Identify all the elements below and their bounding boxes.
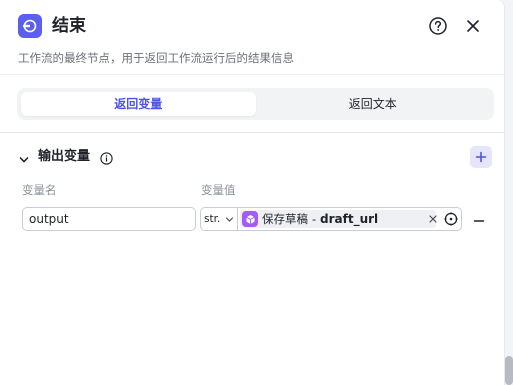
reference-node-name: 保存草稿 [262,212,308,226]
info-icon[interactable] [100,150,113,165]
chevron-down-icon [225,217,234,222]
close-icon[interactable] [464,17,482,35]
output-variables-header: 输出变量 [18,146,492,168]
divider [0,132,504,133]
remove-variable-button[interactable] [473,212,485,224]
return-mode-tabs: 返回变量 返回文本 [17,88,494,120]
plus-icon [475,151,487,163]
variable-type-select[interactable]: str. [200,207,238,231]
column-label-value: 变量值 [201,183,236,197]
variable-name-input[interactable]: output [22,207,196,231]
scrollbar[interactable] [505,356,513,385]
variable-reference-tag[interactable]: 保存草稿 - draft_url [240,210,437,228]
reference-separator: - [312,212,317,226]
reference-variable-name: draft_url [320,212,379,226]
end-node-icon [18,14,42,38]
variable-value-field[interactable]: 保存草稿 - draft_url [237,207,462,231]
chevron-down-icon[interactable] [18,151,30,163]
panel-header: 结束 [18,14,488,40]
node-title[interactable]: 结束 [52,15,86,37]
target-picker-icon[interactable] [444,212,458,226]
tab-return-variable[interactable]: 返回变量 [21,92,256,116]
clear-icon[interactable] [429,215,437,223]
node-description: 工作流的最终节点，用于返回工作流运行后的结果信息 [18,51,294,65]
add-variable-button[interactable] [470,146,492,168]
minus-icon [473,220,485,222]
section-title: 输出变量 [38,149,91,164]
tab-return-text[interactable]: 返回文本 [256,92,491,116]
variable-type-label: str. [204,213,221,225]
end-node-panel: 结束 工作流的最终节点，用于返回工作流运行后的结果信息 返回变量 返回文本 输出… [0,0,505,385]
column-label-name: 变量名 [22,183,57,197]
divider [0,74,504,75]
cube-icon [242,211,258,227]
help-circle-icon[interactable] [428,16,448,36]
